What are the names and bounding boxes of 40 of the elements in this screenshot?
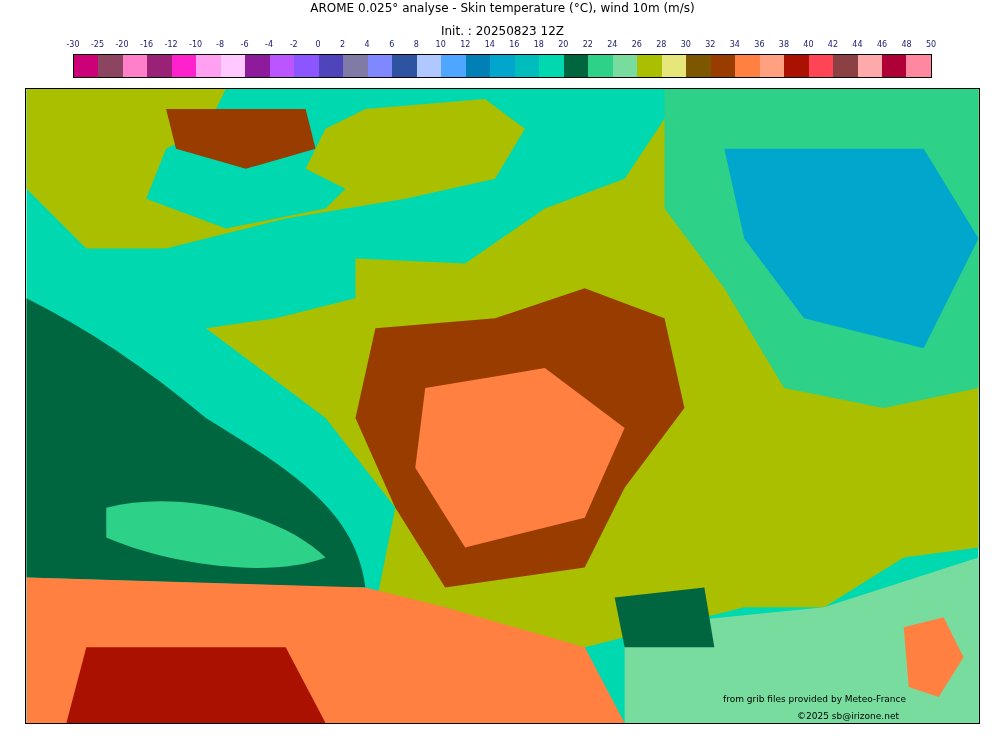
- credit-text: from grib files provided by Meteo-France: [723, 693, 907, 705]
- scale-label: 22: [582, 39, 593, 51]
- scale-label: 16: [509, 39, 520, 51]
- scale-label: 40: [803, 39, 814, 51]
- scale-label: 26: [631, 39, 642, 51]
- copyright-text: ©2025 sb@irizone.net: [797, 710, 899, 722]
- scale-label: 4: [364, 39, 370, 51]
- scale-label: -25: [90, 39, 105, 51]
- scale-label: 10: [435, 39, 446, 51]
- scale-label: 32: [705, 39, 716, 51]
- scale-label: 30: [680, 39, 691, 51]
- scale-label: 12: [460, 39, 471, 51]
- scale-label: -2: [289, 39, 298, 51]
- scale-label: 8: [413, 39, 419, 51]
- scale-label: -4: [265, 39, 274, 51]
- scale-label: -6: [240, 39, 249, 51]
- chart-subtitle: Init. : 20250823 12Z: [440, 23, 565, 39]
- scale-label: 38: [778, 39, 789, 51]
- scale-label: -30: [66, 39, 80, 51]
- scale-label: 48: [901, 39, 912, 51]
- scale-label: -12: [164, 39, 178, 51]
- scale-label: 46: [876, 39, 888, 51]
- scale-label: 50: [925, 39, 937, 51]
- scale-label: -16: [140, 39, 154, 51]
- scale-label: 0: [315, 39, 321, 51]
- scale-label: 24: [607, 39, 618, 51]
- scale-label: 14: [484, 39, 495, 51]
- scale-label: 36: [754, 39, 765, 51]
- scale-label: 42: [827, 39, 839, 51]
- scale-label: 34: [729, 39, 740, 51]
- scale-label: 20: [558, 39, 569, 51]
- scale-label: -8: [216, 39, 225, 51]
- scale-label: 28: [656, 39, 667, 51]
- scale-label: -10: [189, 39, 203, 51]
- scale-label: 44: [852, 39, 863, 51]
- chart-title: AROME 0.025° analyse - Skin temperature (°C), wind 10m (m/s): [310, 0, 695, 16]
- scale-label: 18: [533, 39, 544, 51]
- scale-label: 2: [340, 39, 346, 51]
- scale-label: 6: [389, 39, 395, 51]
- scale-label: -20: [115, 39, 129, 51]
